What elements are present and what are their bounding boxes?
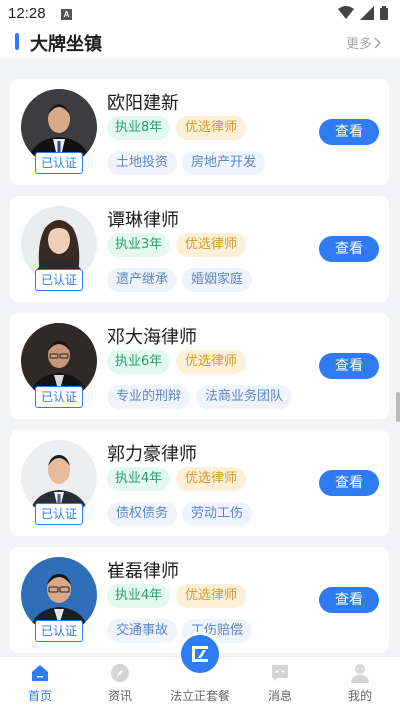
specialty-tag: 债权债务 [107,502,178,526]
tab-home[interactable]: 首页 [0,657,80,711]
tab-label: 首页 [27,689,52,703]
lawyer-name: 谭琳律师 [107,210,179,231]
tab-profile[interactable]: 我的 [320,657,400,711]
battery-icon [380,6,388,20]
scrollbar[interactable] [396,392,400,422]
preferred-lawyer-tag: 优选律师 [176,584,247,608]
view-button[interactable]: 查看 [319,470,379,496]
practice-years-tag: 执业4年 [107,584,171,608]
status-time: 12:28 [8,5,46,22]
specialty-tag: 劳动工伤 [182,502,253,526]
section-title: 大牌坐镇 [30,34,102,55]
package-logo-icon [192,646,208,662]
status-icons [338,6,388,20]
lawyer-card[interactable]: 已认证 邓大海律师 执业6年 优选律师 专业的刑辩 法商业务团队 查看 [10,313,389,419]
practice-years-tag: 执业6年 [107,350,171,374]
lawyer-name: 邓大海律师 [107,327,197,348]
tab-label: 我的 [347,689,372,703]
tab-news[interactable]: 资讯 [80,657,160,711]
preferred-lawyer-tag: 优选律师 [176,350,247,374]
specialty-tag: 法商业务团队 [196,385,293,409]
preferred-lawyer-tag: 优选律师 [176,467,247,491]
verified-badge: 已认证 [35,386,83,408]
lawyer-name: 欧阳建新 [107,93,179,114]
verified-badge: 已认证 [35,269,83,291]
practice-years-tag: 执业8年 [107,116,171,140]
lawyer-card[interactable]: 已认证 郭力豪律师 执业4年 优选律师 债权债务 劳动工伤 查看 [10,430,389,536]
specialty-tag: 土地投资 [107,151,178,175]
header-accent-bar [15,33,19,50]
profile-icon [351,664,369,683]
lawyer-name: 崔磊律师 [107,561,179,582]
tab-label: 消息 [267,689,292,703]
package-fab-button[interactable] [178,632,222,676]
more-label: 更多 [345,37,372,52]
specialty-tag: 专业的刑辩 [107,385,191,409]
more-link[interactable]: 更多 [346,33,382,52]
section-header: 大牌坐镇 更多 [0,28,400,58]
preferred-lawyer-tag: 优选律师 [176,116,247,140]
verified-badge: 已认证 [35,152,83,174]
view-button[interactable]: 查看 [319,236,379,262]
view-button[interactable]: 查看 [319,353,379,379]
specialty-tag: 婚姻家庭 [182,268,253,292]
signal-icon [360,6,374,20]
lawyer-card[interactable]: 已认证 谭琳律师 执业3年 优选律师 遗产继承 婚姻家庭 查看 [10,196,389,302]
view-button[interactable]: 查看 [319,119,379,145]
verified-badge: 已认证 [35,503,83,525]
verified-badge: 已认证 [35,620,83,642]
specialty-tag: 交通事故 [107,619,178,643]
lawyer-card[interactable]: 已认证 欧阳建新 执业8年 优选律师 土地投资 房地产开发 查看 [10,79,389,185]
notification-a-icon: A [61,9,72,20]
preferred-lawyer-tag: 优选律师 [176,233,247,257]
message-icon [272,665,288,681]
tab-label: 资讯 [107,689,132,703]
status-bar: 12:28 A [0,0,400,28]
specialty-tag: 房地产开发 [182,151,266,175]
specialty-tag: 遗产继承 [107,268,178,292]
home-icon [32,665,48,681]
wifi-icon [338,6,354,19]
tab-label: 法立正套餐 [169,689,230,703]
view-button[interactable]: 查看 [319,587,379,613]
practice-years-tag: 执业4年 [107,467,171,491]
lawyer-name: 郭力豪律师 [107,444,197,465]
compass-icon [111,664,129,682]
tab-messages[interactable]: 消息 [240,657,320,711]
practice-years-tag: 执业3年 [107,233,171,257]
chevron-right-icon [374,36,382,49]
